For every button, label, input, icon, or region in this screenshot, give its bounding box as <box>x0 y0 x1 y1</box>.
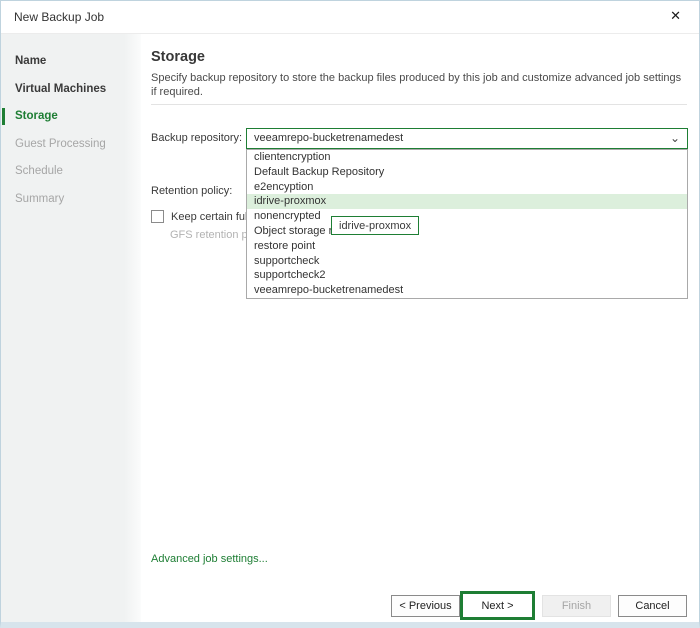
sidebar-item-name[interactable]: Name <box>1 48 141 76</box>
sidebar-item-guest-processing[interactable]: Guest Processing <box>1 131 141 159</box>
dropdown-option[interactable]: Object storage re <box>247 224 687 239</box>
new-backup-job-dialog: New Backup Job ✕ Name Virtual Machines Sto… <box>0 0 700 628</box>
dropdown-option[interactable]: supportcheck <box>247 254 687 269</box>
sidebar-item-label: Summary <box>15 193 64 205</box>
dropdown-option[interactable]: nonencrypted <box>247 209 687 224</box>
sidebar-item-label: Virtual Machines <box>15 83 106 95</box>
dropdown-option[interactable]: supportcheck2 <box>247 268 687 283</box>
sidebar-item-label: Name <box>15 55 46 67</box>
retention-policy-label: Retention policy: <box>151 185 232 197</box>
sidebar-item-label: Storage <box>15 110 58 122</box>
divider <box>151 104 687 105</box>
cancel-button[interactable]: Cancel <box>618 595 687 617</box>
titlebar: New Backup Job ✕ <box>1 1 699 34</box>
keep-full-backups-label: Keep certain full <box>171 211 250 223</box>
gfs-retention-hint: GFS retention po <box>170 229 254 241</box>
close-icon[interactable]: ✕ <box>670 8 681 24</box>
dropdown-option[interactable]: veeamrepo-bucketrenamedest <box>247 283 687 298</box>
dropdown-option[interactable]: Default Backup Repository <box>247 165 687 180</box>
dropdown-option[interactable]: restore point <box>247 239 687 254</box>
sidebar-item-label: Schedule <box>15 165 63 177</box>
finish-button[interactable]: Finish <box>542 595 611 617</box>
sidebar-item-summary[interactable]: Summary <box>1 186 141 214</box>
window-title: New Backup Job <box>14 10 104 24</box>
wizard-steps: Name Virtual Machines Storage Guest Process… <box>1 34 141 622</box>
sidebar-item-schedule[interactable]: Schedule <box>1 158 141 186</box>
page-title: Storage <box>151 49 205 65</box>
dropdown-option[interactable]: e2encyption <box>247 180 687 195</box>
sidebar-item-storage[interactable]: Storage <box>1 103 141 131</box>
page-description: Specify backup repository to store the b… <box>151 72 683 99</box>
dropdown-option[interactable]: idrive-proxmox <box>247 194 687 209</box>
dropdown-option[interactable]: clientencryption <box>247 150 687 165</box>
next-button[interactable]: Next > <box>460 591 535 620</box>
advanced-job-settings-link[interactable]: Advanced job settings... <box>151 553 268 565</box>
backup-repository-label: Backup repository: <box>151 132 242 144</box>
active-step-indicator <box>2 108 5 125</box>
keep-full-backups-checkbox[interactable] <box>151 210 164 223</box>
previous-button[interactable]: < Previous <box>391 595 460 617</box>
repository-dropdown-list: clientencryptionDefault Backup Repositor… <box>246 149 688 299</box>
backup-repository-value: veeamrepo-bucketrenamedest <box>254 132 403 144</box>
sidebar-item-virtual-machines[interactable]: Virtual Machines <box>1 76 141 104</box>
chevron-down-icon: ⌄ <box>670 129 680 147</box>
sidebar-item-label: Guest Processing <box>15 138 106 150</box>
backup-repository-select[interactable]: veeamrepo-bucketrenamedest ⌄ <box>246 128 688 149</box>
repository-tooltip: idrive-proxmox <box>331 216 419 235</box>
